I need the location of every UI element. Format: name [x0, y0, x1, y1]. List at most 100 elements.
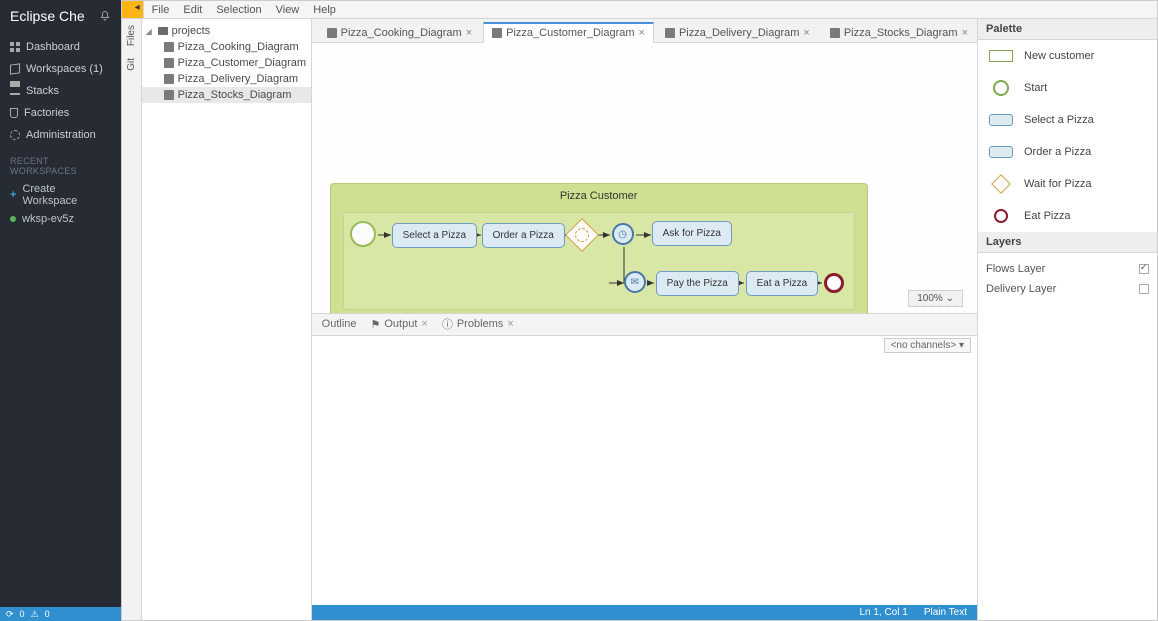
bottom-tab-outline[interactable]: Outline — [322, 318, 357, 330]
flag-icon: ⚑ — [371, 318, 381, 331]
notifications-icon[interactable] — [99, 10, 111, 22]
zoom-level[interactable]: 100% ⌄ — [908, 290, 963, 307]
palette-item-label: Eat Pizza — [1024, 210, 1070, 222]
sidebar-item-workspaces-[interactable]: Workspaces (1) — [0, 58, 121, 80]
tab-label: Pizza_Cooking_Diagram — [341, 27, 462, 39]
palette-item-order-a-pizza[interactable]: Order a Pizza — [978, 136, 1157, 168]
channels-dropdown[interactable]: <no channels> ▾ — [884, 338, 971, 353]
rail-tab-files[interactable]: Files — [124, 19, 139, 52]
close-icon[interactable]: × — [639, 27, 645, 39]
bottom-panel-tabs: Outline⚑Output×ⓘProblems× — [312, 314, 977, 336]
recent-workspace[interactable]: wksp-ev5z — [0, 210, 121, 228]
bpmn-lane: Select a Pizza Order a Pizza ◷ Ask for P… — [343, 212, 855, 310]
language-mode[interactable]: Plain Text — [924, 607, 967, 618]
tab-label: Pizza_Delivery_Diagram — [679, 27, 799, 39]
sidebar-item-label: Administration — [26, 129, 96, 141]
tab-label: Pizza_Stocks_Diagram — [844, 27, 958, 39]
layers-header: Layers — [978, 232, 1157, 253]
bottom-tab-output[interactable]: ⚑Output × — [371, 318, 428, 331]
main-area: File Edit Selection View Help Files Git ◢ pr… — [121, 0, 1158, 621]
palette-item-label: Start — [1024, 82, 1047, 94]
status-bar: Ln 1, Col 1 Plain Text — [312, 605, 977, 620]
task-order-pizza[interactable]: Order a Pizza — [482, 223, 565, 248]
pool-title: Pizza Customer — [331, 184, 867, 202]
palette-item-label: New customer — [1024, 50, 1094, 62]
menu-edit[interactable]: Edit — [183, 4, 202, 16]
menu-selection[interactable]: Selection — [216, 4, 261, 16]
file-icon — [492, 28, 502, 38]
tab-pizza_customer_diagram[interactable]: Pizza_Customer_Diagram × — [483, 22, 654, 43]
sidebar-item-administration[interactable]: Administration — [0, 124, 121, 146]
bpmn-pool[interactable]: Pizza Customer — [330, 183, 868, 314]
file-pizza_stocks_diagram[interactable]: Pizza_Stocks_Diagram — [142, 87, 311, 103]
tab-pizza_cooking_diagram[interactable]: Pizza_Cooking_Diagram × — [318, 23, 482, 42]
menu-help[interactable]: Help — [313, 4, 336, 16]
sidebar-item-dashboard[interactable]: Dashboard — [0, 36, 121, 58]
file-icon — [164, 74, 174, 84]
bottom-tab-problems[interactable]: ⓘProblems× — [442, 316, 514, 332]
bottom-tab-label: Outline — [322, 318, 357, 330]
recent-label: Create Workspace — [22, 183, 110, 207]
layer-delivery-layer[interactable]: Delivery Layer — [986, 279, 1149, 299]
close-icon[interactable]: × — [421, 318, 427, 330]
menu-view[interactable]: View — [276, 4, 300, 16]
layer-checkbox[interactable] — [1139, 284, 1149, 294]
palette-item-label: Order a Pizza — [1024, 146, 1091, 158]
palette-item-new-customer[interactable]: New customer — [978, 40, 1157, 72]
bottom-tab-label: Output — [384, 318, 417, 330]
file-icon — [164, 42, 174, 52]
file-pizza_delivery_diagram[interactable]: Pizza_Delivery_Diagram — [142, 71, 311, 87]
palette-item-eat-pizza[interactable]: Eat Pizza — [978, 200, 1157, 232]
menu-file[interactable]: File — [152, 4, 170, 16]
task-eat-pizza[interactable]: Eat a Pizza — [746, 271, 819, 296]
file-icon — [164, 90, 174, 100]
file-icon — [665, 28, 675, 38]
file-pizza_cooking_diagram[interactable]: Pizza_Cooking_Diagram — [142, 39, 311, 55]
diagram-canvas[interactable]: Pizza Customer — [312, 43, 977, 314]
gear-icon — [10, 130, 20, 140]
palette-header: Palette — [978, 19, 1157, 40]
close-icon[interactable]: × — [507, 318, 513, 330]
sidebar-item-label: Stacks — [26, 85, 59, 97]
gateway-event-based[interactable] — [565, 218, 599, 252]
tab-pizza_delivery_diagram[interactable]: Pizza_Delivery_Diagram × — [656, 23, 819, 42]
close-icon[interactable]: × — [466, 27, 472, 39]
task-pay-pizza[interactable]: Pay the Pizza — [656, 271, 739, 296]
sidebar-item-stacks[interactable]: Stacks — [0, 80, 121, 102]
sidebar-item-factories[interactable]: Factories — [0, 102, 121, 124]
folder-projects[interactable]: ◢ projects — [142, 23, 311, 39]
task-select-pizza[interactable]: Select a Pizza — [392, 223, 477, 248]
file-pizza_customer_diagram[interactable]: Pizza_Customer_Diagram — [142, 55, 311, 71]
palette-circ-icon — [988, 80, 1014, 96]
menu-bar: File Edit Selection View Help — [122, 1, 1157, 19]
close-icon[interactable]: × — [962, 27, 968, 39]
close-icon[interactable]: × — [803, 27, 809, 39]
layer-checkbox[interactable] — [1139, 264, 1149, 274]
file-icon — [830, 28, 840, 38]
palette-item-wait-for-pizza[interactable]: Wait for Pizza — [978, 168, 1157, 200]
start-event[interactable] — [350, 221, 376, 247]
layer-flows-layer[interactable]: Flows Layer — [986, 259, 1149, 279]
file-label: Pizza_Stocks_Diagram — [178, 89, 292, 101]
palette-task-icon — [988, 144, 1014, 160]
tab-label: Pizza_Customer_Diagram — [506, 27, 634, 39]
dash-icon — [10, 42, 20, 52]
side-rail: Files Git — [122, 19, 142, 620]
end-event[interactable] — [824, 273, 844, 293]
navigate-back-icon[interactable] — [122, 1, 144, 18]
palette-item-start[interactable]: Start — [978, 72, 1157, 104]
info-icon: ⓘ — [442, 316, 453, 332]
sidebar-item-label: Workspaces (1) — [26, 63, 103, 75]
palette-item-label: Wait for Pizza — [1024, 178, 1091, 190]
palette-item-select-a-pizza[interactable]: Select a Pizza — [978, 104, 1157, 136]
file-label: Pizza_Delivery_Diagram — [178, 73, 298, 85]
timer-event[interactable]: ◷ — [612, 223, 634, 245]
flask-icon — [10, 108, 18, 118]
expand-icon: ◢ — [146, 27, 154, 36]
task-ask-pizza[interactable]: Ask for Pizza — [652, 221, 732, 246]
create-workspace[interactable]: +Create Workspace — [0, 180, 121, 210]
tab-pizza_stocks_diagram[interactable]: Pizza_Stocks_Diagram × — [821, 23, 977, 42]
folder-icon — [158, 27, 168, 35]
rail-tab-git[interactable]: Git — [124, 52, 139, 77]
message-event[interactable] — [624, 271, 646, 293]
